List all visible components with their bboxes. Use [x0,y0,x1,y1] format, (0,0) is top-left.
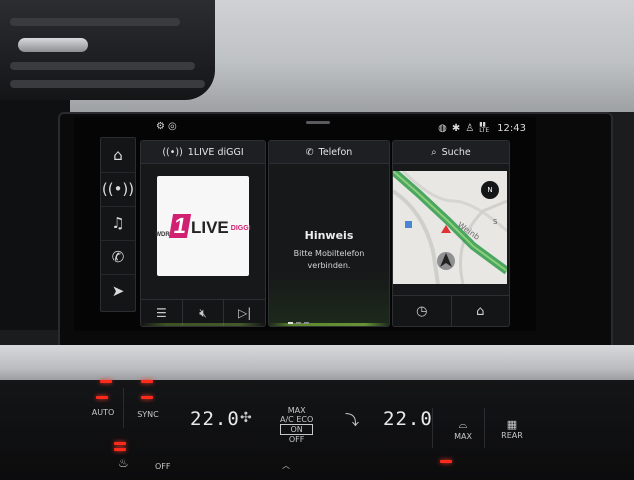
settings-icon[interactable]: ◎ [168,121,180,132]
auto-button[interactable]: AUTO [88,408,118,417]
phone-tile-header[interactable]: ✆ Telefon [269,141,389,164]
rear-defrost-button[interactable]: ▦ REAR [497,418,527,440]
page-dot [296,322,301,324]
vent-knob[interactable] [18,38,88,52]
search-icon: ⌕ [431,146,437,158]
phone-tile[interactable]: ✆ Telefon Hinweis Bitte Mobiltelefon ver… [268,140,390,327]
ac-on-label: ON [280,424,314,435]
led-indicator [114,442,126,445]
divider [484,408,485,448]
ac-label: A/C [280,415,294,424]
ac-off-label: OFF [288,435,305,444]
led-indicator [141,380,153,383]
status-bar: ⚙◎ ◍ ✱ ♙ ▮▮ LTE 12:43 [74,117,536,139]
bluetooth-icon: ✱ [451,122,461,134]
airflow-seat-icon[interactable]: ⤵ [345,410,359,430]
station-name: 1LIVE diGGI [187,146,244,158]
left-temperature[interactable]: 22.0 [190,408,240,430]
tile-glow [141,323,265,326]
lte-icon: ▮▮ LTE [479,121,490,134]
climate-panel: AUTO SYNC 22.0 ✣ MAX A/C ECO ON OFF ⤵ 22… [0,380,634,480]
seat-off-label: OFF [155,462,171,471]
navigation-icon[interactable]: ➤ [101,274,135,308]
signal-icon: ◍ [438,122,447,134]
divider [123,388,124,428]
fan-icon[interactable]: ✣ [240,410,252,426]
sync-button[interactable]: SYNC [132,410,164,419]
rear-defrost-icon: ▦ [506,418,518,431]
seat-off-button[interactable]: OFF [155,462,171,471]
led-indicator [96,396,108,399]
compass-label: N [487,186,493,194]
status-left-icons: ⚙◎ [156,121,180,132]
notice-message: Bitte Mobiltelefon verbinden. [269,248,389,272]
ac-max-label: MAX [287,406,306,415]
page-indicator [288,322,309,324]
history-icon[interactable]: ◷ [393,296,452,326]
infotainment-screen: ⚙◎ ◍ ✱ ♙ ▮▮ LTE 12:43 ⌂ ((•)) ♫ ✆ ➤ ((•))… [74,117,536,331]
search-header[interactable]: ⌕ Suche [393,141,509,164]
music-icon[interactable]: ♫ [101,206,135,241]
divider [432,408,433,448]
status-right-icons: ◍ ✱ ♙ ▮▮ LTE 12:43 [438,122,526,134]
radio-icon[interactable]: ((•)) [101,172,135,207]
led-indicator [100,380,112,383]
vent-slat [10,62,195,70]
tile-glow [269,323,389,326]
radio-controls: ☰ 🔇︎ ▷| [141,299,265,326]
notice-line-2: verbinden. [307,261,351,270]
navigation-tile[interactable]: ⌕ Suche Weinb S N ◷ ⌂ [392,140,510,327]
map-controls: ◷ ⌂ [393,295,509,326]
logo-diggi: DIGGI [230,225,251,232]
phone-title: Telefon [318,146,353,158]
drawer-handle[interactable] [306,121,330,124]
phone-notice: Hinweis Bitte Mobiltelefon verbinden. [269,229,389,272]
seat-heat-icon[interactable]: ♨ [118,456,129,470]
map-view[interactable]: Weinb S N [393,171,507,284]
home-icon[interactable]: ⌂ [452,296,510,326]
page-dot [288,322,293,324]
lte-label: LTE [479,127,490,134]
rear-label: REAR [501,431,523,440]
phone-icon[interactable]: ✆ [101,240,135,275]
phone-icon: ✆ [305,146,314,158]
sync-label: SYNC [137,410,159,419]
max-defrost-button[interactable]: ⌓ MAX [448,418,478,441]
defrost-icon: ⌓ [458,418,468,431]
led-indicator [114,448,126,451]
search-label: Suche [441,146,471,158]
led-indicator [440,460,452,463]
svg-text:S: S [493,218,498,226]
page-dot [304,322,309,324]
max-defrost-label: MAX [454,432,472,441]
side-nav: ⌂ ((•)) ♫ ✆ ➤ [100,137,136,312]
person-icon: ♙ [465,122,475,134]
dashboard-trim [0,345,634,385]
ac-eco-label: ECO [296,415,314,424]
led-indicator [141,396,153,399]
right-temperature[interactable]: 22.0 [383,408,433,430]
car-icon[interactable]: ⚙ [156,121,168,132]
ac-button[interactable]: MAX A/C ECO ON OFF [280,406,314,444]
clock: 12:43 [497,122,526,134]
chevron-up-icon[interactable]: ︿ [282,460,290,471]
vent-slat [10,18,180,26]
logo-live: LIVE [190,218,229,237]
auto-label: AUTO [91,408,115,417]
notice-heading: Hinweis [304,229,354,242]
radio-tile-header[interactable]: ((•)) 1LIVE diGGI [141,141,265,164]
vent-slat [10,80,205,88]
logo-wdr: WDR [155,232,170,238]
home-icon[interactable]: ⌂ [101,138,135,173]
radio-icon: ((•)) [162,146,183,158]
station-logo: WDR 1 LIVE DIGGI [155,176,251,276]
radio-tile[interactable]: ((•)) 1LIVE diGGI WDR 1 LIVE DIGGI ☰ 🔇︎ … [140,140,266,327]
notice-line-1: Bitte Mobiltelefon [293,249,365,258]
air-vent [0,0,215,100]
logo-one: 1 [168,213,192,238]
compass-icon[interactable]: N [481,181,499,199]
